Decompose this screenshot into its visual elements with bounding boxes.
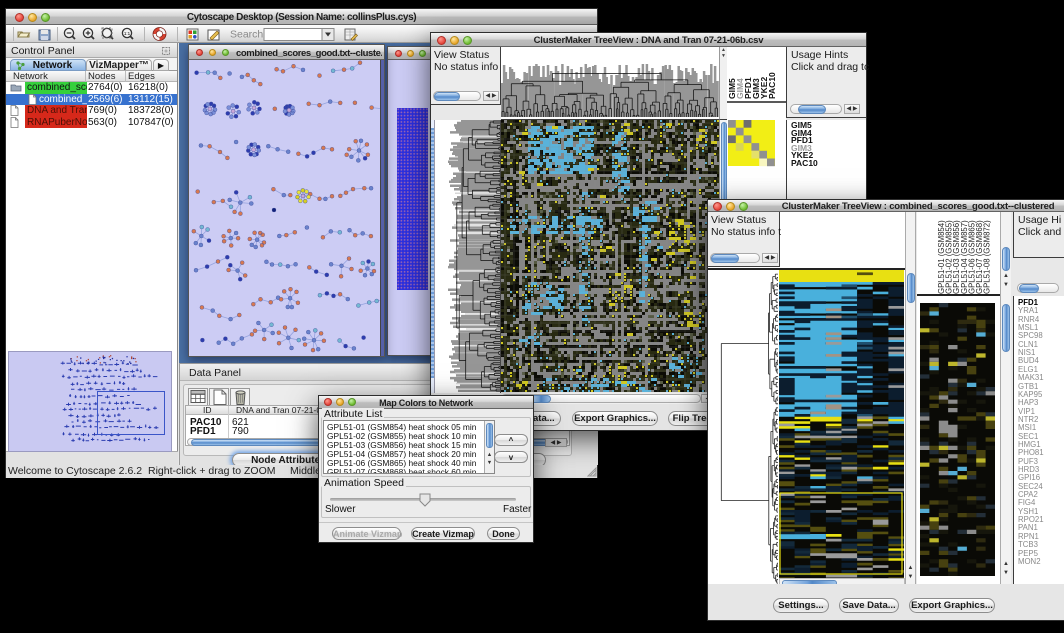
svg-text:PAC10: PAC10 bbox=[767, 72, 777, 99]
svg-text:1:1: 1:1 bbox=[124, 31, 131, 36]
svg-text:GPL51-08 (GSM872): GPL51-08 (GSM872) bbox=[983, 220, 992, 294]
svg-text:Search:: Search: bbox=[230, 29, 266, 41]
